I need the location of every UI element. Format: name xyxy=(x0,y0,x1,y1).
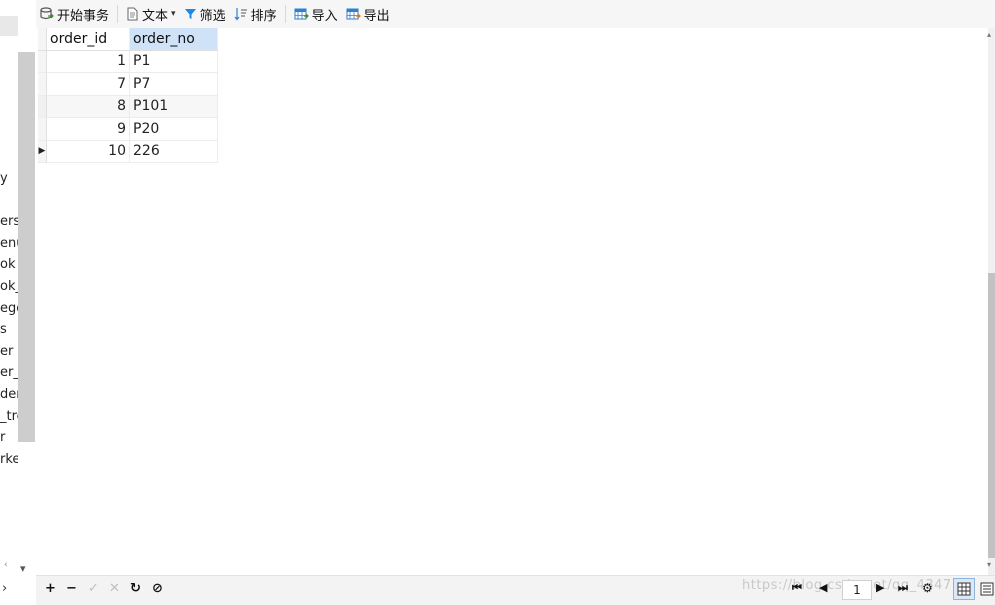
row-indicator[interactable] xyxy=(38,50,47,73)
discard-changes-button[interactable]: ✕ xyxy=(109,581,120,596)
navigator-item[interactable]: er_ xyxy=(0,362,18,384)
cell-order-no[interactable]: P101 xyxy=(129,95,218,118)
navigator-item[interactable]: enu xyxy=(0,233,18,255)
navigator-tab[interactable] xyxy=(0,16,18,36)
form-view-icon xyxy=(980,582,994,596)
cell-order-id[interactable]: 9 xyxy=(46,117,130,141)
row-indicator-header[interactable] xyxy=(38,28,47,51)
navigator-item[interactable]: rke xyxy=(0,449,18,471)
table-row[interactable]: 9 P20 xyxy=(38,117,218,141)
column-header-order-no[interactable]: order_no xyxy=(129,28,218,51)
refresh-button[interactable]: ↻ xyxy=(130,581,141,596)
grid-view-icon xyxy=(957,582,971,596)
tree-expander-icon: ‹ xyxy=(4,560,8,570)
row-indicator[interactable] xyxy=(38,95,47,118)
toolbar-divider xyxy=(117,5,119,23)
add-record-button[interactable]: + xyxy=(45,581,56,596)
begin-transaction-label: 开始事务 xyxy=(57,8,110,24)
table-row[interactable]: ▶ 10 226 xyxy=(38,140,218,163)
navigator-item[interactable]: er xyxy=(0,341,18,363)
text-view-button[interactable]: 文本 ▾ xyxy=(122,0,180,28)
navigator-item[interactable]: s xyxy=(0,319,18,341)
form-view-button[interactable] xyxy=(976,578,995,600)
scroll-up-icon[interactable]: ▴ xyxy=(987,30,991,39)
row-indicator[interactable] xyxy=(38,72,47,96)
navigator-item[interactable]: ok xyxy=(0,254,18,276)
filter-button[interactable]: 筛选 xyxy=(180,0,230,28)
navigator-item[interactable]: r xyxy=(0,427,18,449)
import-label: 导入 xyxy=(311,8,338,24)
navigator-item[interactable]: ok_ xyxy=(0,276,18,298)
export-label: 导出 xyxy=(363,8,390,24)
results-table: order_id order_no 1 P1 7 P7 8 P101 9 P20… xyxy=(38,28,218,163)
toolbar: 开始事务 文本 ▾ 筛选 排序 导入 导出 xyxy=(36,0,995,28)
navigator-pane: y ersi enu ok ok_ ego s er er_ der _tre … xyxy=(0,0,36,604)
current-row-indicator-icon[interactable]: ▶ xyxy=(38,140,47,163)
table-row[interactable]: 8 P101 xyxy=(38,95,218,118)
gear-icon[interactable]: ⚙ xyxy=(922,581,933,595)
navigator-scrollbar[interactable] xyxy=(18,52,35,442)
scroll-down-icon[interactable]: ▾ xyxy=(20,562,26,575)
funnel-icon xyxy=(184,9,196,19)
cell-order-no[interactable]: P1 xyxy=(129,50,218,73)
grid-view-button[interactable] xyxy=(953,578,975,600)
navigator-item[interactable]: ersi xyxy=(0,211,18,233)
chevron-right-icon[interactable]: › xyxy=(2,581,7,596)
export-button[interactable]: 导出 xyxy=(342,0,394,28)
previous-page-icon[interactable]: ◀ xyxy=(819,581,827,594)
row-indicator[interactable] xyxy=(38,117,47,141)
text-view-label: 文本 xyxy=(142,8,169,24)
table-row[interactable]: 7 P7 xyxy=(38,72,218,96)
navigator-item[interactable]: ego xyxy=(0,298,18,320)
header-row: order_id order_no xyxy=(38,28,218,51)
table-import-icon xyxy=(294,8,309,20)
navigator-item[interactable]: _tre xyxy=(0,406,18,428)
delete-record-button[interactable]: − xyxy=(66,581,77,596)
scroll-down-icon[interactable]: ▾ xyxy=(987,560,991,569)
navigator-item[interactable]: y xyxy=(0,168,18,190)
sort-label: 排序 xyxy=(250,8,277,24)
sort-button[interactable]: 排序 xyxy=(230,0,281,28)
cell-order-id[interactable]: 8 xyxy=(46,95,130,118)
cell-order-id[interactable]: 1 xyxy=(46,50,130,73)
column-header-order-id[interactable]: order_id xyxy=(46,28,130,51)
first-page-icon[interactable]: ⏮ xyxy=(792,581,802,595)
toolbar-divider xyxy=(284,5,286,23)
begin-transaction-button[interactable]: 开始事务 xyxy=(36,0,113,28)
table-export-icon xyxy=(346,8,361,20)
import-button[interactable]: 导入 xyxy=(290,0,342,28)
stop-button[interactable]: ⊘ xyxy=(152,581,163,596)
sort-icon xyxy=(234,8,247,21)
dropdown-caret-icon: ▾ xyxy=(171,9,176,19)
navigator-list: y ersi enu ok ok_ ego s er er_ der _tre … xyxy=(0,168,18,470)
table-row[interactable]: 1 P1 xyxy=(38,50,218,73)
vertical-scrollbar[interactable]: ▴ ▾ xyxy=(987,28,995,575)
cell-order-no[interactable]: P20 xyxy=(129,117,218,141)
database-transaction-icon xyxy=(40,7,54,20)
cell-order-id[interactable]: 7 xyxy=(46,72,130,96)
bottom-toolbar: + − ✓ ✕ ↻ ⊘ https://blog.csdn.net/qq_434… xyxy=(36,575,995,605)
scrollbar-thumb[interactable] xyxy=(988,273,995,558)
cell-order-no[interactable]: 226 xyxy=(129,140,218,163)
cell-order-no[interactable]: P7 xyxy=(129,72,218,96)
last-page-icon[interactable]: ⏭ xyxy=(898,581,908,595)
cell-order-id[interactable]: 10 xyxy=(46,140,130,163)
navigator-item[interactable]: der xyxy=(0,384,18,406)
page-number-input[interactable]: 1 xyxy=(842,580,872,600)
apply-changes-button[interactable]: ✓ xyxy=(88,581,99,596)
next-page-icon[interactable]: ▶ xyxy=(876,581,884,594)
filter-label: 筛选 xyxy=(199,8,226,24)
document-icon xyxy=(127,7,138,21)
data-grid: order_id order_no 1 P1 7 P7 8 P101 9 P20… xyxy=(38,28,988,575)
